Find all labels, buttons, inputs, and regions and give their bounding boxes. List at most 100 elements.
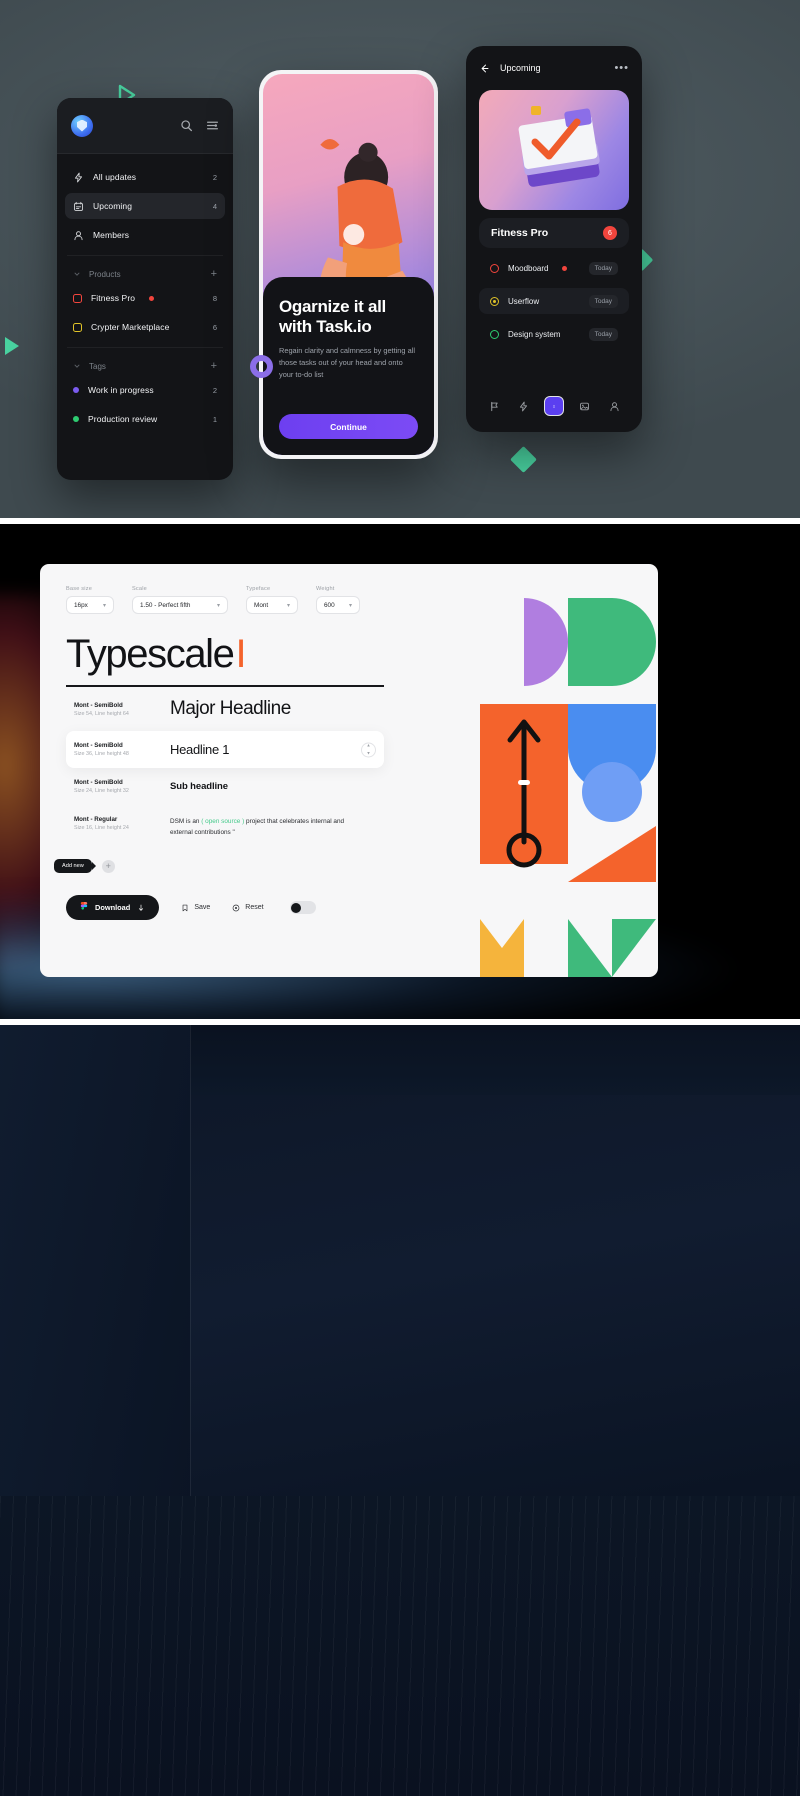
sidebar-header xyxy=(57,98,233,154)
row-font-meta: Size 24, Line height 32 xyxy=(74,788,129,795)
ring-decor-icon xyxy=(250,355,273,378)
add-product-button[interactable]: + xyxy=(211,268,217,280)
bolt-icon[interactable] xyxy=(515,397,533,415)
sidebar-item-count: 6 xyxy=(212,322,217,332)
task-label: Moodboard xyxy=(508,263,549,273)
sidebar-group-label: Products xyxy=(89,269,121,279)
row-sample-text: Major Headline xyxy=(170,698,291,720)
shield-logo-icon xyxy=(71,114,93,137)
chevron-down-icon: ▾ xyxy=(216,602,220,609)
preview-toggle[interactable] xyxy=(289,901,316,915)
sidebar-item-work-in-progress[interactable]: Work in progress 2 xyxy=(65,377,225,403)
task-label: Userflow xyxy=(508,296,540,306)
sidebar-item-count: 8 xyxy=(212,293,217,303)
hero-illustration xyxy=(479,90,629,210)
text-cursor-icon: I xyxy=(235,632,247,676)
row-sample-text: Sub headline xyxy=(170,781,228,793)
typescale-app-card: Base size 16px ▾ Scale 1.50 - Perfect fi… xyxy=(40,564,658,977)
square-marker-icon xyxy=(73,293,82,303)
row-sample-text: Headline 1 xyxy=(170,742,230,758)
sidebar-card: All updates 2 Upcoming 4 Members Product… xyxy=(57,98,233,480)
typescale-row-selected[interactable]: Mont - SemiBold Size 36, Line height 48 … xyxy=(66,731,384,769)
sidebar-item-label: Crypter Marketplace xyxy=(91,322,170,332)
download-button[interactable]: Download xyxy=(66,895,160,921)
typescale-heading-text: Typescale xyxy=(66,632,235,676)
sidebar-item-fitness-pro[interactable]: Fitness Pro 8 xyxy=(65,285,225,311)
chevron-down-icon: ▾ xyxy=(348,602,352,609)
onboarding-phone: Ogarnize it all with Task.io Regain clar… xyxy=(259,70,438,459)
add-row-button[interactable]: + xyxy=(101,859,115,873)
control-weight: Weight 600 ▾ xyxy=(316,586,360,614)
floor-surface xyxy=(0,1496,800,1796)
chevron-down-icon xyxy=(73,270,81,278)
task-row-design-system[interactable]: Design system Today xyxy=(479,321,629,347)
triangle-decor-icon xyxy=(5,337,19,355)
sidebar-item-label: Work in progress xyxy=(88,385,154,395)
fitness-pro-card[interactable]: Fitness Pro 6 xyxy=(479,218,629,248)
filter-list-icon[interactable] xyxy=(206,119,219,132)
continue-button[interactable]: Continue xyxy=(279,414,418,439)
base-size-select[interactable]: 16px ▾ xyxy=(66,596,114,614)
row-font-name: Mont - Regular xyxy=(74,816,118,824)
row-font-meta: Size 16, Line height 24 xyxy=(74,825,129,832)
typescale-row[interactable]: Mont - SemiBold Size 24, Line height 32 … xyxy=(66,768,384,805)
sidebar-group-products[interactable]: Products + xyxy=(65,263,225,285)
sidebar-group-label: Tags xyxy=(89,361,106,371)
row-font-name: Mont - SemiBold xyxy=(74,701,123,709)
sidebar-item-members[interactable]: Members xyxy=(65,222,225,248)
scale-select[interactable]: 1.50 - Perfect fifth ▾ xyxy=(132,596,228,614)
onboarding-title: Ogarnize it all with Task.io xyxy=(279,297,418,336)
bolt-icon xyxy=(73,172,84,183)
task-row-userflow[interactable]: Userflow Today xyxy=(479,288,629,314)
typescale-heading: Typescale I xyxy=(66,632,454,677)
typescale-row[interactable]: Mont - SemiBold Size 54, Line height 64 … xyxy=(66,687,384,731)
sidebar-item-all-updates[interactable]: All updates 2 xyxy=(65,164,225,190)
reset-label: Reset xyxy=(245,904,264,912)
calendar-icon xyxy=(73,201,84,212)
person-icon[interactable] xyxy=(605,397,623,415)
control-label: Base size xyxy=(66,586,93,592)
arrow-left-icon[interactable] xyxy=(479,63,490,74)
typescale-toolbar: Download Save Reset xyxy=(66,895,454,921)
body-before: DSM is an xyxy=(170,818,202,826)
sidebar-item-upcoming[interactable]: Upcoming 4 xyxy=(65,193,225,219)
sidebar-group-tags[interactable]: Tags + xyxy=(65,355,225,377)
dot-marker-icon xyxy=(73,387,79,393)
grid-icon[interactable] xyxy=(544,396,564,416)
task-meta: Today xyxy=(588,261,618,275)
add-new-tooltip[interactable]: Add new xyxy=(54,859,92,874)
open-source-link[interactable]: ( open source ) xyxy=(201,818,244,825)
card-badge: 6 xyxy=(603,226,617,240)
page-title: Upcoming xyxy=(500,63,541,73)
save-button[interactable]: Save xyxy=(181,904,210,912)
row-font-meta: Size 54, Line height 64 xyxy=(74,710,129,717)
image-icon[interactable] xyxy=(576,397,594,415)
sidebar-item-count: 1 xyxy=(212,414,217,424)
typescale-row[interactable]: Mont - Regular Size 16, Line height 24 D… xyxy=(66,805,384,849)
sidebar-item-crypter-marketplace[interactable]: Crypter Marketplace 6 xyxy=(65,314,225,340)
onboarding-sheet: Ogarnize it all with Task.io Regain clar… xyxy=(263,277,434,455)
size-stepper[interactable]: ▴ ▾ xyxy=(361,742,376,758)
add-tag-button[interactable]: + xyxy=(211,360,217,372)
typeface-select[interactable]: Mont ▾ xyxy=(246,596,298,614)
sidebar-item-production-review[interactable]: Production review 1 xyxy=(65,406,225,432)
reset-button[interactable]: Reset xyxy=(232,904,264,912)
onboarding-screen: Ogarnize it all with Task.io Regain clar… xyxy=(263,74,434,455)
onboarding-body: Regain clarity and calmness by getting a… xyxy=(279,346,415,380)
row-sample-body: DSM is an ( open source ) project that c… xyxy=(170,816,352,838)
task-row-moodboard[interactable]: Moodboard Today xyxy=(479,255,629,281)
control-scale: Scale 1.50 - Perfect fifth ▾ xyxy=(132,586,228,614)
sidebar-divider xyxy=(67,347,223,348)
search-icon[interactable] xyxy=(180,119,193,132)
sidebar-item-count: 4 xyxy=(212,201,217,211)
add-new-row: Add new + xyxy=(54,859,454,874)
more-horizontal-icon[interactable]: ••• xyxy=(614,62,629,74)
flag-icon[interactable] xyxy=(485,397,503,415)
status-ring-icon xyxy=(490,263,499,273)
square-marker-icon xyxy=(73,322,82,332)
dot-marker-icon xyxy=(73,416,79,422)
save-label: Save xyxy=(194,904,211,912)
weight-select[interactable]: 600 ▾ xyxy=(316,596,360,614)
bookmark-icon xyxy=(182,904,188,911)
bottom-navigation xyxy=(479,393,629,419)
